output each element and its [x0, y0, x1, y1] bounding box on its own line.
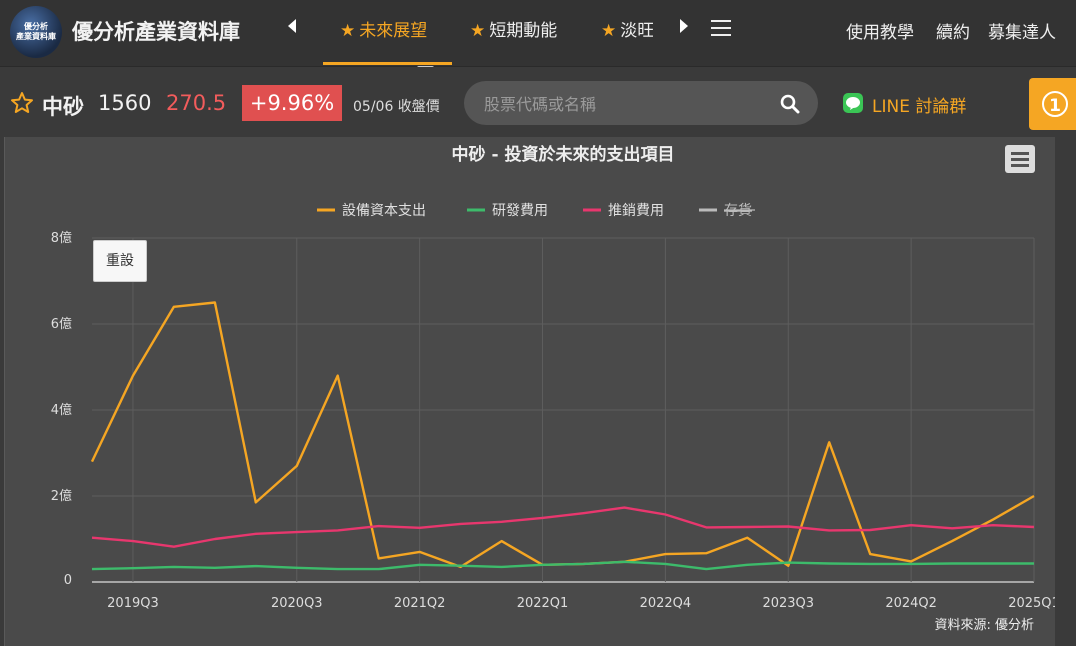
chart-export-menu-icon[interactable]: [1005, 145, 1035, 173]
link-renew[interactable]: 續約: [936, 18, 970, 43]
line-chart: 中砂 - 投資於未來的支出項目設備資本支出 研發費用 推銷費用 存貨02億4億6億8億…: [51, 144, 1055, 633]
search-input[interactable]: [482, 81, 766, 127]
legend-item[interactable]: 研發費用: [492, 203, 548, 219]
x-tick-label: 2022Q1: [517, 596, 569, 611]
y-tick-label: 8億: [51, 230, 72, 246]
series-line: [91, 560, 1034, 571]
y-tick-label: 2億: [51, 488, 72, 504]
chart-panel: 中砂 - 投資於未來的支出項目 設備資本支出 研發費用 推銷費用 存貨 0 2億 4億 6億 8億…: [4, 137, 1055, 646]
y-tick-label: 4億: [51, 402, 72, 418]
stock-code: 1560: [98, 91, 152, 115]
legend-item[interactable]: 推銷費用: [608, 203, 664, 219]
top-nav-bar: 優分析 產業資料庫 優分析產業資料庫 ★ 未來展望 ★ 短期動能 ★ 淡旺 使用教學 …: [0, 0, 1076, 67]
line-app-icon[interactable]: [843, 93, 863, 113]
hamburger-menu-icon[interactable]: [711, 20, 731, 36]
tab-label: 短期動能: [489, 21, 558, 41]
x-tick-label: 2019Q3: [107, 596, 159, 611]
star-icon: ★: [340, 21, 356, 41]
tab-seasonality[interactable]: ★ 淡旺: [601, 16, 653, 41]
link-recruit[interactable]: 募集達人: [988, 18, 1056, 43]
active-tab-underline: [323, 62, 452, 65]
logo-line-2: 產業資料庫: [16, 32, 56, 41]
stock-change-badge: +9.96%: [242, 85, 342, 121]
stock-name: 中砂: [42, 95, 84, 119]
site-title[interactable]: 優分析產業資料庫: [72, 16, 240, 46]
x-tick-label: 2020Q3: [271, 596, 323, 611]
tab-short-term-momentum[interactable]: ★ 短期動能: [470, 16, 557, 41]
tab-future-outlook[interactable]: ★ 未來展望: [340, 16, 427, 41]
x-tick-label: 2025Q1: [1008, 596, 1055, 611]
chart-title: 中砂 - 投資於未來的支出項目: [452, 144, 675, 165]
star-icon: ★: [470, 21, 486, 41]
search-box: [464, 81, 818, 127]
x-tick-label: 2021Q2: [394, 596, 446, 611]
nav-next-arrow-icon[interactable]: [678, 18, 690, 38]
nav-prev-arrow-icon[interactable]: [286, 18, 298, 38]
tab-label: 淡旺: [620, 21, 653, 41]
x-tick-label: 2024Q2: [885, 596, 937, 611]
favorite-star-icon[interactable]: [10, 91, 34, 115]
stock-info-bar: 中砂 1560 270.5 +9.96% 05/06 收盤價 LINE 討論群 …: [0, 67, 1076, 137]
series-line: [91, 506, 1035, 548]
stock-price: 270.5: [166, 91, 227, 115]
reset-zoom-button[interactable]: 重設: [93, 240, 147, 282]
star-icon: ★: [601, 21, 617, 41]
chart-source-label: 資料來源: 優分析: [934, 618, 1034, 633]
y-tick-label: 6億: [51, 316, 72, 332]
logo-line-1: 優分析: [24, 22, 48, 31]
line-group-link[interactable]: LINE 討論群: [872, 92, 966, 117]
x-tick-label: 2022Q4: [640, 596, 692, 611]
tab-label: 未來展望: [359, 21, 428, 41]
stock-date-label: 05/06 收盤價: [353, 99, 440, 115]
notification-count-badge: 1: [1042, 91, 1068, 117]
search-icon[interactable]: [780, 94, 800, 114]
site-logo[interactable]: 優分析 產業資料庫: [10, 6, 62, 58]
legend-item[interactable]: 設備資本支出: [342, 203, 426, 219]
x-tick-label: 2023Q3: [762, 596, 814, 611]
notification-tab[interactable]: 1: [1029, 78, 1076, 130]
link-tutorial[interactable]: 使用教學: [846, 18, 914, 43]
y-tick-label: 0: [64, 573, 72, 588]
